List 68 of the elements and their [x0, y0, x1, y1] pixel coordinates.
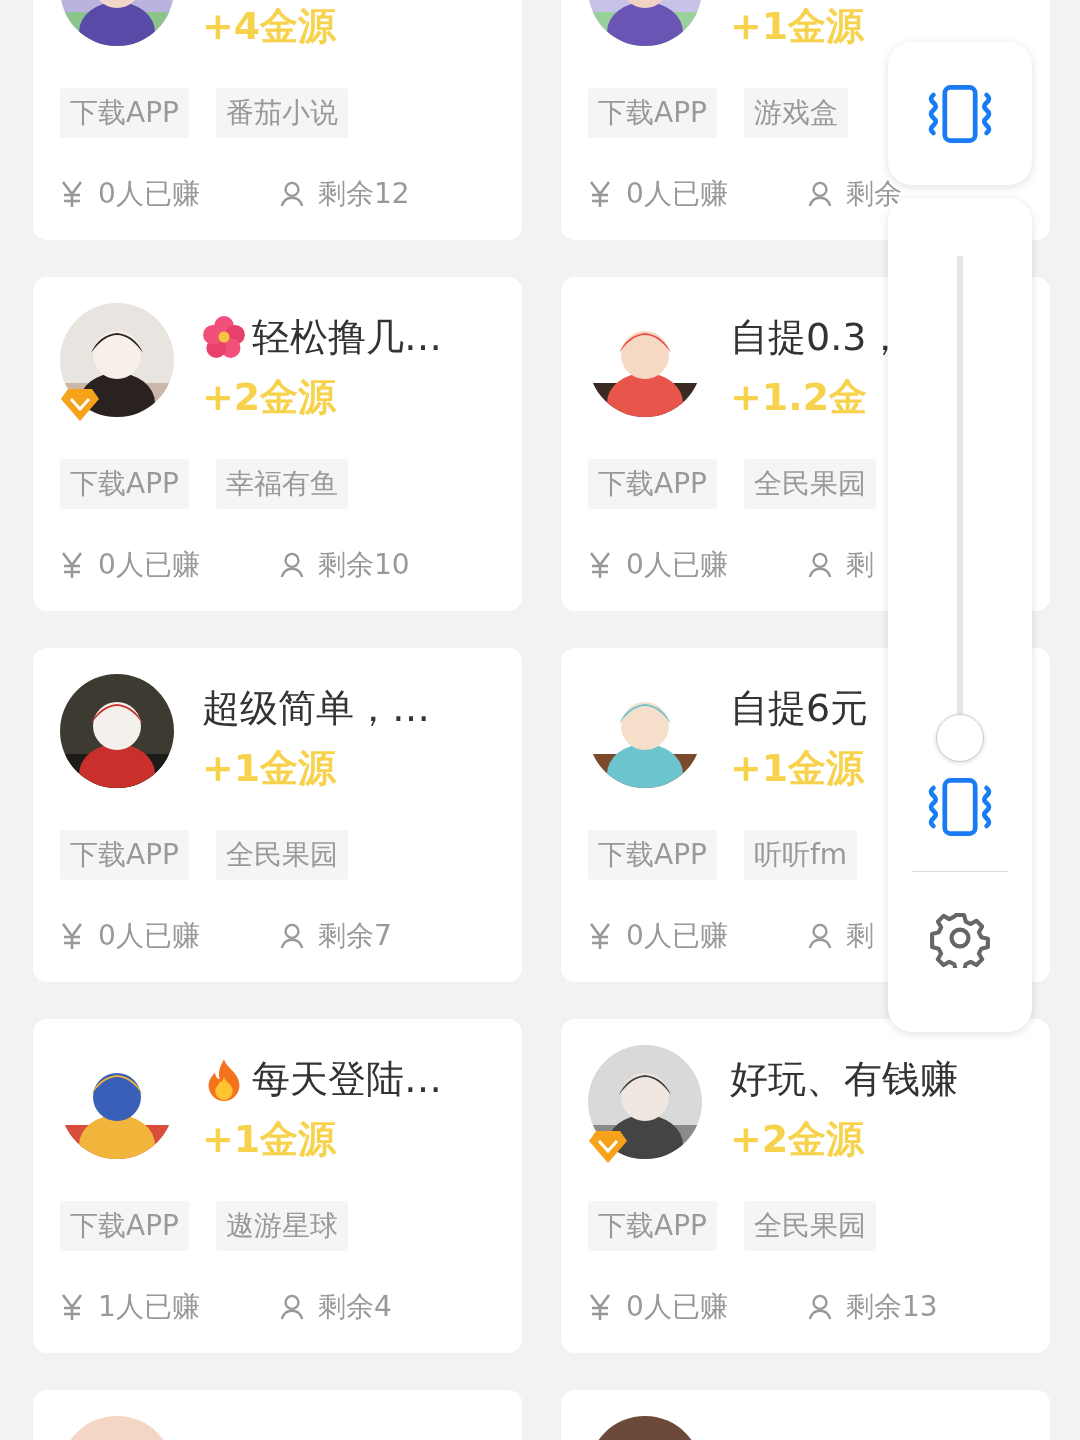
tag: 幸福有鱼 — [215, 459, 348, 509]
yen-icon — [588, 1293, 612, 1321]
tag: 下载APP — [588, 830, 717, 880]
task-card[interactable]: 每天登陆… +1金源 下载APP 遨游星球 1人已赚 剩余4 — [33, 1019, 522, 1353]
tag: 下载APP — [588, 88, 717, 138]
task-title: 好玩、有钱赚 — [730, 1055, 958, 1103]
task-title: 超级简单，… — [202, 684, 430, 732]
tag: 下载APP — [60, 88, 189, 138]
tag: 下载APP — [60, 830, 189, 880]
earned-count: 0人已赚 — [98, 547, 200, 583]
person-icon — [280, 1293, 304, 1321]
remaining-count: 剩余7 — [318, 918, 392, 954]
tag: 遨游星球 — [215, 1201, 348, 1251]
earned-count: 0人已赚 — [98, 918, 200, 954]
remaining-count: 剩余4 — [318, 1289, 392, 1325]
task-card[interactable]: 超级简单，… +1金源 下载APP 全民果园 0人已赚 剩余7 — [33, 648, 522, 982]
task-card[interactable]: 轻松撸几… +2金源 下载APP 幸福有鱼 0人已赚 剩余10 — [33, 277, 522, 611]
yen-icon — [60, 1293, 84, 1321]
tag: 听听fm — [743, 830, 858, 880]
earned-count: 0人已赚 — [626, 547, 728, 583]
person-icon — [808, 180, 832, 208]
person-icon — [808, 922, 832, 950]
tag: 游戏盒 — [743, 88, 848, 138]
task-title: 自提6元 — [730, 684, 869, 732]
reward-amount: +1金源 — [202, 745, 338, 792]
tag: 全民果园 — [215, 830, 348, 880]
person-icon — [808, 551, 832, 579]
remaining-count: 剩余 — [846, 176, 902, 212]
reward-amount: +1金源 — [730, 3, 865, 50]
task-title: 每天登陆… — [252, 1055, 442, 1103]
person-icon — [808, 1293, 832, 1321]
earned-count: 0人已赚 — [626, 176, 728, 212]
reward-amount: +1金源 — [202, 1116, 338, 1163]
yen-icon — [60, 922, 84, 950]
task-title: 自提0.3， — [730, 313, 905, 361]
remaining-count: 剩 — [846, 547, 874, 583]
tag: 全民果园 — [743, 459, 876, 509]
tag: 全民果园 — [743, 1201, 876, 1251]
tag: 番茄小说 — [215, 88, 348, 138]
reward-amount: +1.2金 — [730, 374, 869, 421]
tag: 下载APP — [588, 459, 717, 509]
yen-icon — [60, 180, 84, 208]
tag: 下载APP — [60, 459, 189, 509]
yen-icon — [60, 551, 84, 579]
slider-thumb[interactable] — [936, 714, 984, 762]
yen-icon — [588, 551, 612, 579]
remaining-count: 剩余13 — [846, 1289, 938, 1325]
earned-count: 0人已赚 — [98, 176, 200, 212]
yen-icon — [588, 180, 612, 208]
remaining-count: 剩余10 — [318, 547, 410, 583]
person-icon — [280, 180, 304, 208]
earned-count: 0人已赚 — [626, 1289, 728, 1325]
reward-amount: +2金源 — [730, 1116, 866, 1163]
person-icon — [280, 922, 304, 950]
reward-amount: +1金源 — [730, 745, 866, 792]
tag: 下载APP — [60, 1201, 189, 1251]
remaining-count: 剩 — [846, 918, 874, 954]
task-title: 轻松撸几… — [252, 313, 442, 361]
yen-icon — [588, 922, 612, 950]
reward-amount: +4金源 — [202, 3, 337, 50]
remaining-count: 剩余12 — [318, 176, 410, 212]
flower-icon — [202, 315, 246, 359]
reward-amount: +2金源 — [202, 374, 338, 421]
earned-count: 1人已赚 — [98, 1289, 200, 1325]
tag: 下载APP — [588, 1201, 717, 1251]
person-icon — [280, 551, 304, 579]
earned-count: 0人已赚 — [626, 918, 728, 954]
task-card[interactable]: 好玩、有钱赚 +2金源 下载APP 全民果园 0人已赚 剩余13 — [561, 1019, 1050, 1353]
